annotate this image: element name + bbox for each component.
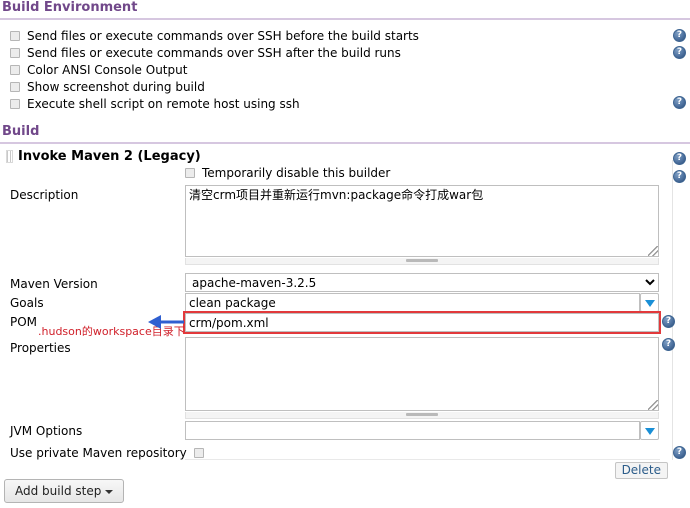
textarea-resize-bar-properties[interactable] — [185, 412, 659, 419]
checkbox-color-ansi-console-output[interactable] — [10, 64, 20, 75]
goals-dropdown-button[interactable] — [640, 293, 659, 312]
section-title-build-environment: Build Environment — [2, 0, 138, 15]
drag-handle-icon[interactable] — [6, 150, 13, 163]
label-use-private-maven-repository: Use private Maven repository — [10, 446, 187, 460]
help-icon[interactable]: ? — [673, 96, 686, 109]
description-textarea[interactable]: 清空crm项目并重新运行mvn:package命令打成war包 — [185, 185, 659, 257]
goals-input[interactable] — [185, 293, 640, 312]
chevron-down-icon — [105, 489, 114, 494]
label-execute-shell-remote-host-ssh: Execute shell script on remote host usin… — [27, 97, 300, 111]
use-private-maven-repository-row[interactable]: Use private Maven repository — [10, 445, 204, 461]
add-build-step-label: Add build step — [15, 484, 102, 498]
checkbox-use-private-maven-repository[interactable] — [193, 447, 204, 458]
annotation-arrow-icon — [148, 315, 184, 329]
maven-version-select[interactable]: apache-maven-3.2.5 — [185, 273, 659, 292]
temporarily-disable-builder-row[interactable]: Temporarily disable this builder — [185, 166, 390, 181]
checkbox-temporarily-disable-builder[interactable] — [185, 167, 195, 178]
label-pom: POM — [10, 315, 38, 329]
label-show-screenshot-during-build: Show screenshot during build — [27, 80, 205, 94]
label-ssh-before-build: Send files or execute commands over SSH … — [27, 29, 419, 43]
properties-textarea[interactable] — [185, 337, 659, 411]
section-header-build-environment: Build Environment — [0, 0, 690, 20]
checkbox-show-screenshot-during-build[interactable] — [10, 81, 20, 92]
textarea-resize-bar-description[interactable] — [185, 258, 659, 265]
section-title-build: Build — [2, 124, 40, 139]
label-description: Description — [10, 188, 79, 202]
help-icon[interactable]: ? — [673, 29, 686, 42]
build-env-option-row[interactable]: Color ANSI Console Output — [10, 62, 187, 78]
help-icon[interactable]: ? — [673, 152, 686, 165]
help-icon[interactable]: ? — [673, 46, 686, 59]
checkbox-execute-shell-remote-host-ssh[interactable] — [10, 98, 20, 109]
label-jvm-options: JVM Options — [10, 424, 83, 438]
pom-input[interactable] — [185, 313, 659, 332]
checkbox-ssh-before-build[interactable] — [10, 30, 20, 41]
checkbox-ssh-after-build[interactable] — [10, 47, 20, 58]
help-icon[interactable]: ? — [662, 338, 675, 351]
help-icon[interactable]: ? — [673, 446, 686, 459]
label-color-ansi-console-output: Color ANSI Console Output — [27, 63, 188, 77]
label-ssh-after-build: Send files or execute commands over SSH … — [27, 46, 401, 60]
label-maven-version: Maven Version — [10, 277, 98, 291]
help-icon[interactable]: ? — [662, 315, 675, 328]
builder-title-invoke-maven: Invoke Maven 2 (Legacy) — [18, 149, 201, 164]
jvm-options-dropdown-button[interactable] — [640, 421, 659, 440]
help-icon[interactable]: ? — [673, 170, 686, 183]
label-properties: Properties — [10, 341, 71, 355]
delete-builder-button[interactable]: Delete — [614, 462, 668, 479]
builder-right-divider — [672, 160, 673, 460]
builder-bottom-divider — [185, 459, 660, 460]
label-temporarily-disable-builder: Temporarily disable this builder — [202, 166, 391, 180]
section-header-build: Build — [0, 124, 690, 144]
label-goals: Goals — [10, 296, 44, 310]
build-env-option-row[interactable]: Send files or execute commands over SSH … — [10, 45, 401, 61]
build-env-option-row[interactable]: Send files or execute commands over SSH … — [10, 28, 419, 44]
add-build-step-button[interactable]: Add build step — [4, 479, 125, 503]
jvm-options-input[interactable] — [185, 421, 640, 440]
build-env-option-row[interactable]: Show screenshot during build — [10, 79, 205, 95]
build-env-option-row[interactable]: Execute shell script on remote host usin… — [10, 96, 300, 112]
